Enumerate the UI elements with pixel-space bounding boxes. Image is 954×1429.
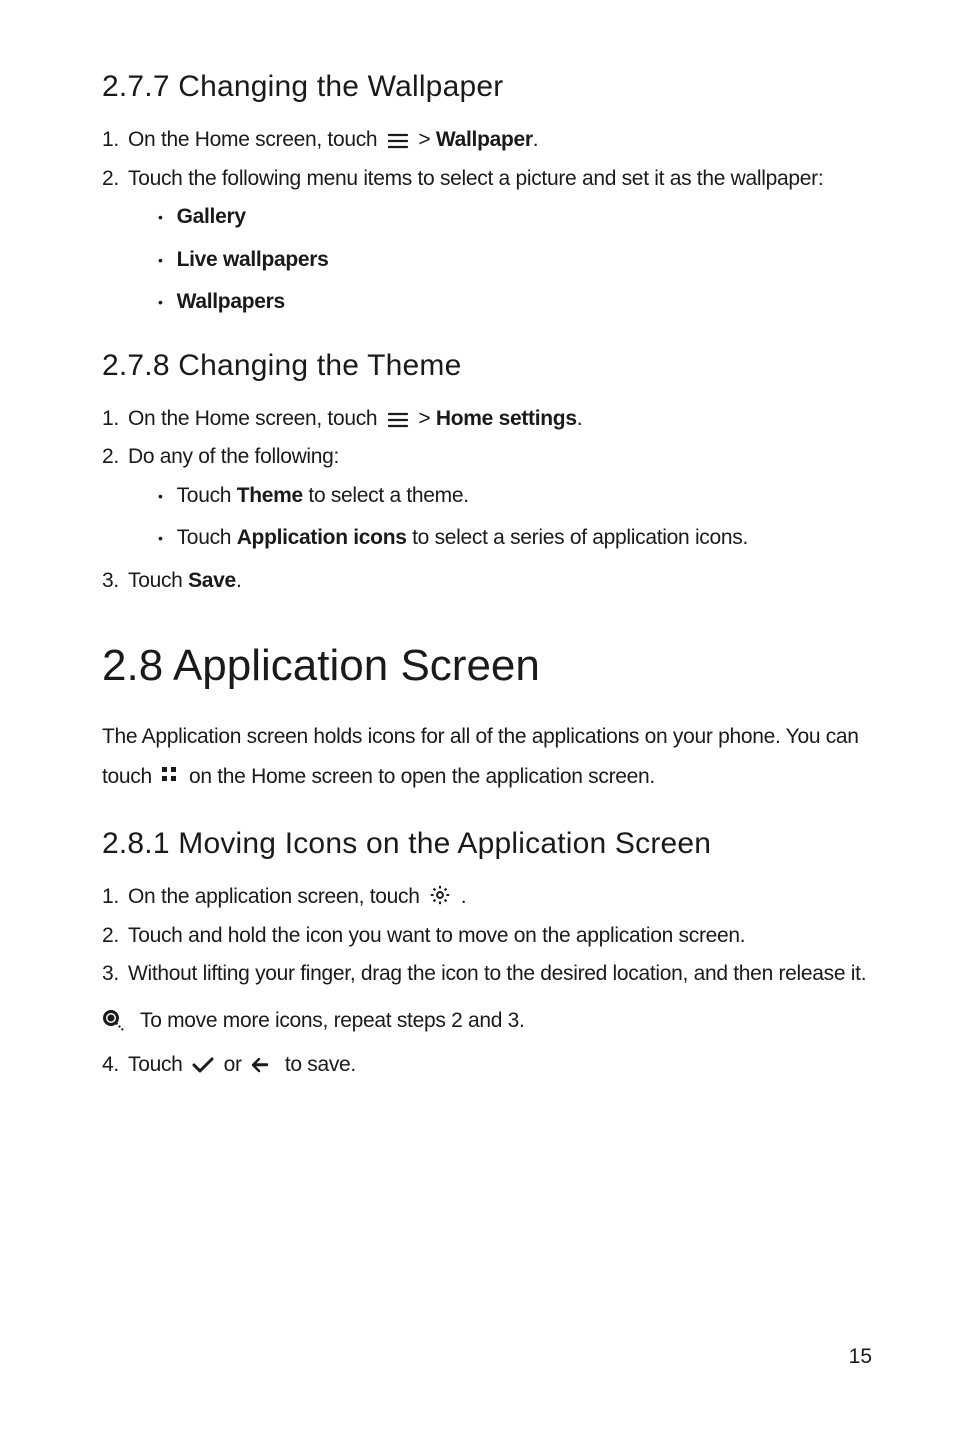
- step-number: 2.: [102, 920, 122, 953]
- text-fragment: to select a theme.: [303, 484, 469, 507]
- text-fragment: On the application screen, touch: [128, 885, 420, 908]
- paragraph: The Application screen holds icons for a…: [102, 717, 874, 797]
- page-number: 15: [849, 1345, 872, 1369]
- text-fragment: to select a series of application icons.: [407, 526, 748, 549]
- list-item: • Wallpapers: [158, 286, 874, 319]
- text-fragment: .: [533, 128, 539, 151]
- text-fragment: >: [418, 128, 436, 151]
- text-fragment: >: [418, 407, 436, 430]
- step-number: 1.: [102, 881, 122, 914]
- step-number: 2.: [102, 163, 122, 196]
- heading-2-8-1: 2.8.1 Moving Icons on the Application Sc…: [102, 827, 874, 861]
- list-item: • Gallery: [158, 201, 874, 234]
- text-fragment: Touch: [177, 526, 237, 549]
- step-text: On the Home screen, touch > Home setting…: [128, 403, 582, 436]
- heading-2-7-8: 2.7.8 Changing the Theme: [102, 349, 874, 383]
- list-item: 1. On the Home screen, touch > Home sett…: [102, 403, 874, 436]
- list-item: 1. On the Home screen, touch > Wallpaper…: [102, 124, 874, 157]
- text-fragment: Touch: [177, 484, 237, 507]
- menu-icon: [387, 133, 409, 149]
- step-number: 1.: [102, 403, 122, 436]
- bullet-icon: •: [158, 250, 163, 272]
- text-bold: Wallpaper: [436, 128, 533, 151]
- apps-grid-icon: [161, 766, 179, 784]
- back-icon: [251, 1056, 275, 1074]
- list-item: • Touch Application icons to select a se…: [158, 522, 874, 555]
- list-item: 2. Touch and hold the icon you want to m…: [102, 920, 874, 953]
- text-bold: Save: [188, 569, 236, 592]
- menu-icon: [387, 412, 409, 428]
- bullet-icon: •: [158, 528, 163, 550]
- check-icon: [192, 1056, 214, 1074]
- list-item: • Touch Theme to select a theme.: [158, 480, 874, 513]
- list-item: 1. On the application screen, touch .: [102, 881, 874, 914]
- gear-icon: [429, 884, 451, 906]
- bullet-icon: •: [158, 486, 163, 508]
- step-text: Touch Save.: [128, 565, 241, 598]
- step-number: 4.: [102, 1049, 122, 1082]
- text-fragment: .: [577, 407, 583, 430]
- text-fragment: On the Home screen, touch: [128, 128, 377, 151]
- step-text: Touch and hold the icon you want to move…: [128, 920, 745, 953]
- heading-2-7-7: 2.7.7 Changing the Wallpaper: [102, 70, 874, 104]
- text-fragment: or: [224, 1053, 242, 1076]
- text-fragment: to save.: [285, 1053, 356, 1076]
- text-bold: Home settings: [436, 407, 577, 430]
- text-bold: Live wallpapers: [177, 244, 329, 277]
- note: To move more icons, repeat steps 2 and 3…: [102, 1005, 874, 1038]
- text-fragment: On the Home screen, touch: [128, 407, 377, 430]
- step-text: On the Home screen, touch > Wallpaper.: [128, 124, 538, 157]
- heading-2-8: 2.8 Application Screen: [102, 641, 874, 691]
- sub-text: Touch Theme to select a theme.: [177, 480, 469, 513]
- step-text: Touch the following menu items to select…: [128, 163, 823, 196]
- text-bold: Application icons: [237, 526, 407, 549]
- step-number: 3.: [102, 565, 122, 598]
- step-number: 1.: [102, 124, 122, 157]
- list-item: 3. Without lifting your finger, drag the…: [102, 958, 874, 991]
- tip-icon: [102, 1009, 126, 1033]
- text-fragment: .: [461, 885, 467, 908]
- step-text: On the application screen, touch .: [128, 881, 466, 914]
- bullet-icon: •: [158, 292, 163, 314]
- text-fragment: Touch: [128, 569, 188, 592]
- list-item: • Live wallpapers: [158, 244, 874, 277]
- text-fragment: on the Home screen to open the applicati…: [189, 765, 655, 788]
- step-text: Without lifting your finger, drag the ic…: [128, 958, 866, 991]
- sub-text: Touch Application icons to select a seri…: [177, 522, 748, 555]
- text-fragment: Touch: [128, 1053, 183, 1076]
- step-number: 3.: [102, 958, 122, 991]
- text-bold: Wallpapers: [177, 286, 285, 319]
- list-item: 4. Touch or to save.: [102, 1049, 874, 1082]
- bullet-icon: •: [158, 207, 163, 229]
- step-number: 2.: [102, 441, 122, 474]
- list-item: 3. Touch Save.: [102, 565, 874, 598]
- step-text: Do any of the following:: [128, 441, 339, 474]
- text-fragment: .: [236, 569, 242, 592]
- list-item: 2. Touch the following menu items to sel…: [102, 163, 874, 196]
- text-bold: Gallery: [177, 201, 246, 234]
- list-item: 2. Do any of the following:: [102, 441, 874, 474]
- note-text: To move more icons, repeat steps 2 and 3…: [140, 1005, 525, 1038]
- text-bold: Theme: [237, 484, 303, 507]
- step-text: Touch or to save.: [128, 1049, 356, 1082]
